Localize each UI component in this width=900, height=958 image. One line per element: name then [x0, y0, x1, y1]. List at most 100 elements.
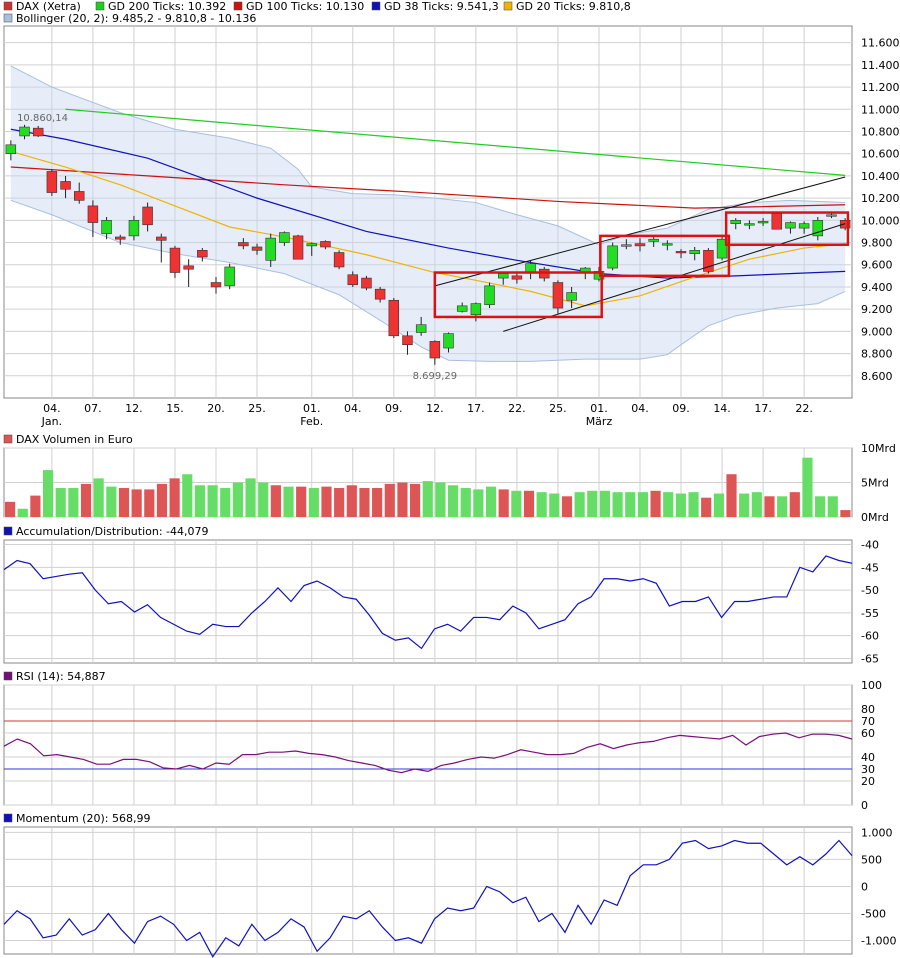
volume-bar — [599, 490, 611, 517]
x-tick-label: 25. — [248, 402, 266, 415]
volume-bar — [751, 492, 762, 517]
rsi-y-tick-label: 100 — [861, 679, 882, 692]
x-tick-label: 09. — [672, 402, 690, 415]
volume-bar — [334, 488, 345, 517]
x-tick-label: 07. — [84, 402, 102, 415]
candle-up — [484, 285, 495, 306]
momentum-title: Momentum (20): 568,99 — [16, 812, 150, 825]
candle-down — [374, 288, 386, 300]
volume-bar — [815, 496, 826, 517]
x-tick-label: 09. — [385, 402, 403, 415]
candle-up — [265, 237, 276, 261]
candle-up — [5, 144, 17, 155]
rsi-y-tick-label: 60 — [861, 727, 875, 740]
candle-down — [771, 213, 782, 230]
volume-bar — [397, 482, 408, 517]
volume-bar — [384, 483, 395, 517]
momentum-legend-swatch — [3, 813, 13, 823]
volume-bar — [182, 474, 193, 517]
volume-legend-swatch — [3, 434, 13, 444]
rsi-panel-frame — [3, 684, 853, 806]
x-tick-label: 22. — [508, 402, 526, 415]
legend-swatch — [233, 1, 243, 11]
legend-swatch — [503, 1, 513, 11]
volume-bar — [840, 510, 851, 517]
volume-bar — [55, 488, 66, 517]
volume-bar — [321, 486, 332, 517]
mom-y-tick-label: 500 — [861, 853, 882, 866]
price-y-tick-label: 9.800 — [861, 237, 893, 250]
candle-down — [197, 250, 208, 258]
candle-up — [128, 220, 140, 237]
volume-title: DAX Volumen in Euro — [16, 433, 133, 446]
x-tick-label: 17. — [467, 402, 485, 415]
candle-down — [32, 127, 44, 137]
candle-down — [552, 282, 564, 309]
volume-bar — [194, 485, 206, 517]
ad-y-tick-label: -45 — [861, 561, 879, 574]
volume-bar — [587, 490, 598, 517]
candle-up — [470, 303, 482, 316]
ad-y-tick-label: -65 — [861, 652, 879, 665]
legend-entry: GD 100 Ticks: 10.130 — [246, 0, 364, 13]
volume-bar — [169, 478, 180, 517]
candle-down — [60, 181, 71, 190]
volume-bar — [637, 492, 648, 517]
volume-bar — [460, 488, 471, 517]
volume-bar — [68, 488, 79, 517]
volume-bar — [511, 490, 522, 517]
price-y-tick-label: 9.200 — [861, 303, 893, 316]
mom-y-tick-label: -1.000 — [861, 934, 896, 947]
volume-bar — [346, 485, 357, 517]
ad-y-tick-label: -50 — [861, 584, 879, 597]
legend-entry: GD 20 Ticks: 9.810,8 — [516, 0, 631, 13]
volume-bar — [283, 486, 294, 517]
volume-bar — [777, 496, 788, 517]
volume-bar — [80, 483, 92, 517]
volume-bar — [258, 482, 269, 517]
volume-bar — [93, 478, 104, 517]
candle-up — [689, 250, 700, 254]
candle-down — [115, 236, 126, 240]
ad-y-tick-label: -40 — [861, 539, 879, 552]
candle-down — [634, 243, 646, 247]
candle-down — [361, 277, 372, 289]
candle-up — [826, 214, 837, 217]
accumulation-distribution-legend-swatch — [3, 526, 13, 536]
volume-y-tick-label: 0Mrd — [861, 511, 889, 524]
candle-down — [388, 299, 400, 337]
candle-down — [142, 206, 153, 226]
volume-bar — [30, 495, 41, 517]
price-y-tick-label: 11.400 — [861, 59, 900, 72]
price-y-tick-label: 11.000 — [861, 103, 900, 116]
price-y-tick-label: 11.200 — [861, 81, 900, 94]
volume-bar — [523, 490, 535, 517]
x-tick-label: 04. — [344, 402, 362, 415]
volume-bar — [422, 481, 433, 517]
volume-y-tick-label: 10Mrd — [861, 442, 896, 455]
candle-down — [46, 171, 58, 193]
candle-down — [169, 247, 181, 273]
price-y-tick-label: 8.800 — [861, 348, 893, 361]
volume-bar — [663, 492, 674, 517]
candle-up — [498, 273, 509, 279]
x-tick-label: 20. — [207, 402, 225, 415]
legend-swatch — [3, 13, 13, 23]
candle-up — [607, 245, 618, 269]
volume-bar — [713, 493, 724, 517]
mom-y-tick-label: -500 — [861, 907, 886, 920]
volume-bar — [802, 457, 813, 517]
price-y-tick-label: 10.200 — [861, 192, 900, 205]
volume-bar — [131, 489, 142, 517]
volume-bar — [372, 488, 383, 517]
rsi-title: RSI (14): 54,887 — [16, 670, 106, 683]
volume-bar — [308, 488, 319, 517]
price-y-tick-label: 11.600 — [861, 37, 900, 50]
volume-bar — [207, 485, 218, 517]
x-tick-label: 12. — [426, 402, 444, 415]
legend-swatch — [371, 1, 381, 11]
candle-up — [456, 305, 468, 312]
rsi-y-tick-label: 20 — [861, 775, 875, 788]
candle-up — [19, 126, 30, 137]
volume-bar — [739, 493, 750, 517]
